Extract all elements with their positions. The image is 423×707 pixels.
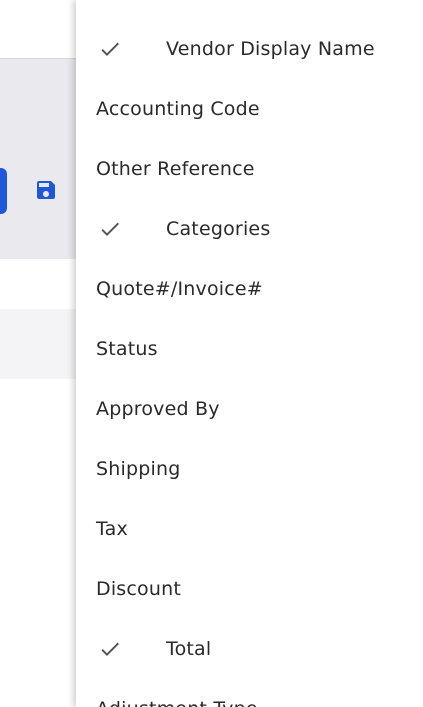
menu-item-accounting-code[interactable]: Accounting Code (76, 79, 423, 139)
menu-item-label: Quote#/Invoice# (96, 278, 263, 300)
menu-item-categories[interactable]: Categories (76, 199, 423, 259)
menu-item-label: Total (166, 638, 212, 660)
column-chooser-menu: Vendor Display Name Accounting Code Othe… (76, 0, 423, 707)
background-toolbar (0, 58, 76, 259)
menu-item-label: Status (96, 338, 158, 360)
menu-item-shipping[interactable]: Shipping (76, 439, 423, 499)
background-primary-button[interactable] (0, 168, 7, 214)
menu-item-label: Adjustment Type (96, 698, 258, 707)
menu-item-label: Vendor Display Name (166, 38, 375, 60)
background-page (0, 0, 76, 707)
check-icon (101, 222, 119, 236)
menu-item-label: Categories (166, 218, 271, 240)
menu-item-status[interactable]: Status (76, 319, 423, 379)
menu-item-discount[interactable]: Discount (76, 559, 423, 619)
menu-item-adjustment-type[interactable]: Adjustment Type (76, 679, 423, 707)
save-icon[interactable] (34, 178, 58, 202)
menu-item-label: Accounting Code (96, 98, 260, 120)
menu-item-other-reference[interactable]: Other Reference (76, 139, 423, 199)
menu-item-label: Tax (96, 518, 128, 540)
menu-item-label: Discount (96, 578, 182, 600)
background-table-row (0, 309, 76, 379)
menu-item-total[interactable]: Total (76, 619, 423, 679)
menu-item-approved-by[interactable]: Approved By (76, 379, 423, 439)
menu-item-tax[interactable]: Tax (76, 499, 423, 559)
menu-item-label: Shipping (96, 458, 181, 480)
check-icon (101, 42, 119, 56)
check-icon (101, 642, 119, 656)
menu-item-quote-invoice[interactable]: Quote#/Invoice# (76, 259, 423, 319)
menu-item-label: Approved By (96, 398, 220, 420)
menu-item-vendor-display-name[interactable]: Vendor Display Name (76, 19, 423, 79)
menu-item-label: Other Reference (96, 158, 255, 180)
